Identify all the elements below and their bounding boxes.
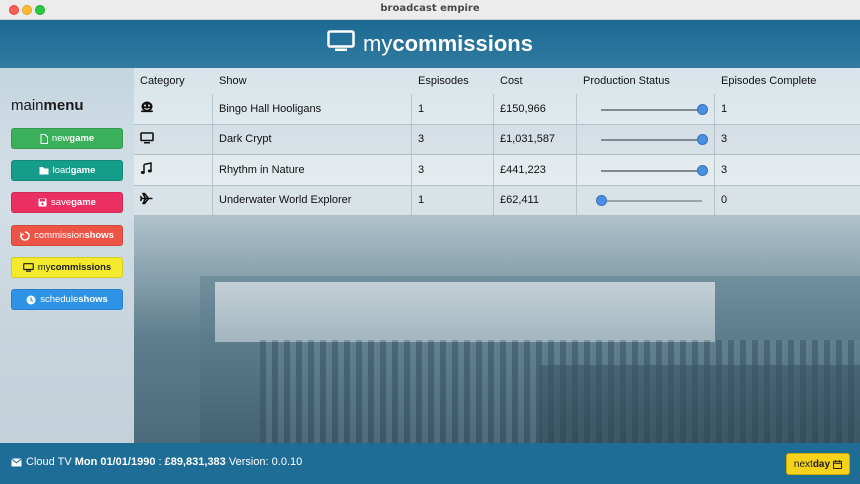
next-day-label-bold: day xyxy=(812,458,831,470)
window-titlebar: broadcast empire xyxy=(0,0,860,20)
production-progress-slider[interactable] xyxy=(601,103,708,115)
episodes-complete: 1 xyxy=(721,102,728,115)
theater-mask-icon xyxy=(140,100,154,117)
next-day-label-light: next xyxy=(793,458,813,470)
slider-knob[interactable] xyxy=(697,134,708,146)
background-monitor xyxy=(215,282,715,342)
table-row[interactable]: Rhythm in Nature 3 £441,223 3 xyxy=(134,155,860,186)
episodes-count: 1 xyxy=(412,185,494,215)
show-name: Underwater World Explorer xyxy=(213,185,412,215)
schedule-shows-button[interactable]: schedule shows xyxy=(11,289,123,310)
page-title: my commissions xyxy=(327,30,533,58)
envelope-icon[interactable] xyxy=(11,458,22,467)
table-row[interactable]: Bingo Hall Hooligans 1 £150,966 1 xyxy=(134,94,860,125)
current-date: Mon 01/01/1990 xyxy=(74,456,156,468)
show-name: Dark Crypt xyxy=(213,124,412,154)
header-episodes: Espisodes xyxy=(418,75,469,87)
table-row[interactable]: Underwater World Explorer 1 £62,411 0 xyxy=(134,185,860,216)
main-menu-title-light: main xyxy=(11,97,44,114)
tv-icon xyxy=(22,263,34,272)
load-game-label-bold: game xyxy=(70,165,96,176)
new-game-label-bold: game xyxy=(69,133,95,144)
floppy-icon xyxy=(38,198,47,207)
new-game-label-light: new xyxy=(51,133,70,144)
category-cell xyxy=(134,124,213,154)
table-header-row: Category Show Espisodes Cost Production … xyxy=(134,68,860,94)
table-row[interactable]: Dark Crypt 3 £1,031,587 3 xyxy=(134,124,860,155)
save-game-label-bold: game xyxy=(71,197,96,208)
next-day-button[interactable]: next day xyxy=(786,453,850,475)
load-game-button[interactable]: load game xyxy=(11,160,123,181)
header-show: Show xyxy=(219,75,247,87)
production-status-cell xyxy=(577,155,715,185)
header-cost: Cost xyxy=(500,75,523,87)
file-icon xyxy=(40,133,48,144)
new-game-button[interactable]: new game xyxy=(11,128,123,149)
page-header: my commissions xyxy=(0,20,860,68)
table-body: Bingo Hall Hooligans 1 £150,966 1 Dark C… xyxy=(134,94,860,216)
music-icon xyxy=(140,161,152,178)
commission-shows-label-light: commission xyxy=(34,230,85,241)
slider-knob[interactable] xyxy=(697,164,708,176)
my-commissions-label-bold: commissions xyxy=(50,262,112,273)
cost-value: £150,966 xyxy=(494,94,577,124)
sync-icon xyxy=(20,230,30,241)
calendar-icon xyxy=(833,459,843,469)
commission-shows-label-bold: shows xyxy=(84,230,114,241)
episodes-count: 3 xyxy=(412,155,494,185)
status-separator: : xyxy=(158,456,162,468)
load-game-label-light: load xyxy=(52,165,71,176)
production-progress-slider[interactable] xyxy=(601,134,708,146)
schedule-shows-label-bold: shows xyxy=(78,294,108,305)
header-production-status: Production Status xyxy=(583,75,670,87)
show-name: Bingo Hall Hooligans xyxy=(213,94,412,124)
production-status-cell xyxy=(577,124,715,154)
slider-knob[interactable] xyxy=(697,103,708,115)
sidebar: mainmenu new game load game save game commi… xyxy=(0,68,134,443)
main-menu-title: mainmenu xyxy=(11,97,84,114)
window-title: broadcast empire xyxy=(380,3,480,14)
channel-name: Cloud TV xyxy=(26,456,72,468)
production-progress-slider[interactable] xyxy=(596,195,702,207)
tv-icon xyxy=(327,30,355,58)
save-game-button[interactable]: save game xyxy=(11,192,123,213)
commissions-table: Category Show Espisodes Cost Production … xyxy=(134,68,860,216)
save-game-label-light: save xyxy=(51,197,72,208)
clock-icon xyxy=(26,295,36,305)
main-menu-title-bold: menu xyxy=(43,97,84,114)
status-info: Cloud TV Mon 01/01/1990 : £89,831,383 Ve… xyxy=(11,456,302,468)
category-cell xyxy=(134,94,213,124)
category-cell xyxy=(134,155,213,185)
plane-icon xyxy=(139,192,153,208)
version-label: Version: xyxy=(228,456,269,468)
tv-icon xyxy=(140,131,154,147)
my-commissions-button[interactable]: my commissions xyxy=(11,257,123,278)
show-name: Rhythm in Nature xyxy=(213,155,412,185)
header-category: Category xyxy=(140,75,185,87)
cost-value: £1,031,587 xyxy=(494,124,577,154)
cost-value: £62,411 xyxy=(494,185,577,215)
version-number: 0.0.10 xyxy=(271,456,303,468)
episodes-complete: 3 xyxy=(721,133,728,146)
production-progress-slider[interactable] xyxy=(601,164,708,176)
production-status-cell xyxy=(577,94,715,124)
episodes-count: 1 xyxy=(412,94,494,124)
commission-shows-button[interactable]: commission shows xyxy=(11,225,123,246)
episodes-complete: 3 xyxy=(721,163,728,176)
schedule-shows-label-light: schedule xyxy=(40,294,79,305)
slider-knob[interactable] xyxy=(596,195,607,207)
production-status-cell xyxy=(577,185,715,215)
status-bar: Cloud TV Mon 01/01/1990 : £89,831,383 Ve… xyxy=(0,443,860,484)
page-title-light: my xyxy=(363,31,393,56)
page-title-bold: commissions xyxy=(392,31,533,56)
folder-icon xyxy=(39,166,49,175)
category-cell xyxy=(134,185,213,215)
header-episodes-complete: Episodes Complete xyxy=(721,75,817,87)
money-balance: £89,831,383 xyxy=(164,456,226,468)
my-commissions-label-light: my xyxy=(37,262,51,273)
cost-value: £441,223 xyxy=(494,155,577,185)
episodes-complete: 0 xyxy=(721,194,728,207)
episodes-count: 3 xyxy=(412,124,494,154)
